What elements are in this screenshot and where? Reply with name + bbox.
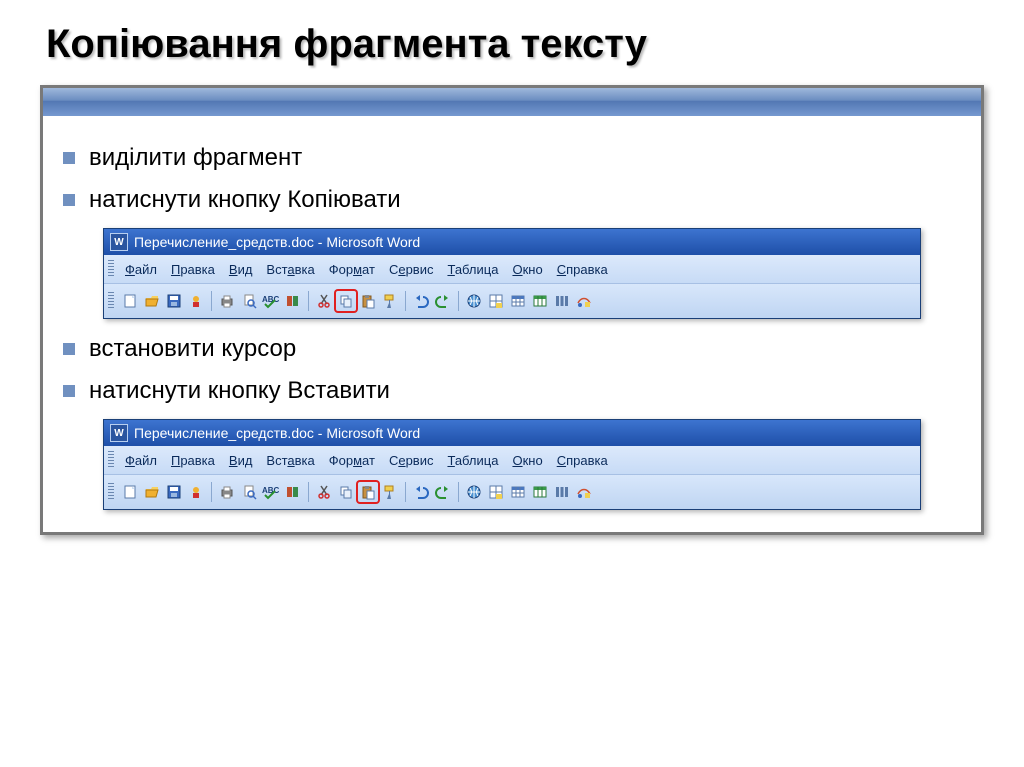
bullet-text: виділити фрагмент <box>89 144 302 172</box>
standard-toolbar: ABC <box>104 283 920 318</box>
menu-bar: Файл Правка Вид Вставка Формат Сервис Та… <box>104 446 920 474</box>
bullet-text: встановити курсор <box>89 335 296 363</box>
new-doc-icon[interactable] <box>120 291 140 311</box>
word-icon: W <box>110 424 128 442</box>
square-bullet-icon <box>63 152 75 164</box>
square-bullet-icon <box>63 343 75 355</box>
format-painter-icon[interactable] <box>380 482 400 502</box>
undo-icon[interactable] <box>411 482 431 502</box>
new-doc-icon[interactable] <box>120 482 140 502</box>
menu-edit[interactable]: Правка <box>164 260 222 279</box>
bullet-1: виділити фрагмент <box>63 144 967 172</box>
menu-file[interactable]: Файл <box>118 260 164 279</box>
word-window-paste: W Перечисление_средств.doc - Microsoft W… <box>103 419 921 510</box>
menu-tools[interactable]: Сервис <box>382 451 441 470</box>
bullet-2: натиснути кнопку Копіювати <box>63 186 967 214</box>
menu-format[interactable]: Формат <box>322 451 382 470</box>
separator <box>211 482 212 502</box>
menu-window[interactable]: Окно <box>505 260 549 279</box>
menu-edit[interactable]: Правка <box>164 451 222 470</box>
window-title: Перечисление_средств.doc - Microsoft Wor… <box>134 234 420 250</box>
hyperlink-icon[interactable] <box>464 291 484 311</box>
menu-view[interactable]: Вид <box>222 451 260 470</box>
window-titlebar: W Перечисление_средств.doc - Microsoft W… <box>104 229 920 255</box>
bullet-text: натиснути кнопку Вставити <box>89 377 390 405</box>
permission-icon[interactable] <box>186 291 206 311</box>
tables-borders-icon[interactable] <box>486 291 506 311</box>
gripper-icon <box>108 451 114 469</box>
word-window-copy: W Перечисление_средств.doc - Microsoft W… <box>103 228 921 319</box>
save-icon[interactable] <box>164 291 184 311</box>
bullet-3: встановити курсор <box>63 335 967 363</box>
redo-icon[interactable] <box>433 482 453 502</box>
svg-text:ABC: ABC <box>262 486 280 495</box>
separator <box>211 291 212 311</box>
spelling-icon[interactable]: ABC <box>261 291 281 311</box>
svg-text:ABC: ABC <box>262 295 280 304</box>
preview-icon[interactable] <box>239 291 259 311</box>
print-icon[interactable] <box>217 291 237 311</box>
separator <box>458 482 459 502</box>
slide-frame: виділити фрагмент натиснути кнопку Копію… <box>40 85 984 535</box>
gripper-icon <box>108 483 114 501</box>
menu-view[interactable]: Вид <box>222 260 260 279</box>
separator <box>308 291 309 311</box>
menu-file[interactable]: Файл <box>118 451 164 470</box>
columns-icon[interactable] <box>552 482 572 502</box>
frame-topbar <box>43 88 981 116</box>
preview-icon[interactable] <box>239 482 259 502</box>
gripper-icon <box>108 292 114 310</box>
undo-icon[interactable] <box>411 291 431 311</box>
drawing-icon[interactable] <box>574 482 594 502</box>
excel-icon[interactable] <box>530 482 550 502</box>
save-icon[interactable] <box>164 482 184 502</box>
window-title: Перечисление_средств.doc - Microsoft Wor… <box>134 425 420 441</box>
word-icon: W <box>110 233 128 251</box>
format-painter-icon[interactable] <box>380 291 400 311</box>
columns-icon[interactable] <box>552 291 572 311</box>
separator <box>308 482 309 502</box>
square-bullet-icon <box>63 194 75 206</box>
slide-title: Копіювання фрагмента тексту <box>46 22 984 67</box>
tables-borders-icon[interactable] <box>486 482 506 502</box>
menu-insert[interactable]: Вставка <box>259 451 321 470</box>
menu-help[interactable]: Справка <box>550 260 615 279</box>
paste-icon[interactable] <box>358 291 378 311</box>
paste-icon[interactable] <box>358 482 378 502</box>
menu-tools[interactable]: Сервис <box>382 260 441 279</box>
redo-icon[interactable] <box>433 291 453 311</box>
excel-icon[interactable] <box>530 291 550 311</box>
window-titlebar: W Перечисление_средств.doc - Microsoft W… <box>104 420 920 446</box>
square-bullet-icon <box>63 385 75 397</box>
spelling-icon[interactable]: ABC <box>261 482 281 502</box>
cut-icon[interactable] <box>314 291 334 311</box>
menu-table[interactable]: Таблица <box>440 260 505 279</box>
research-icon[interactable] <box>283 482 303 502</box>
print-icon[interactable] <box>217 482 237 502</box>
hyperlink-icon[interactable] <box>464 482 484 502</box>
insert-table-icon[interactable] <box>508 482 528 502</box>
menu-help[interactable]: Справка <box>550 451 615 470</box>
menu-table[interactable]: Таблица <box>440 451 505 470</box>
open-icon[interactable] <box>142 482 162 502</box>
separator <box>405 482 406 502</box>
bullet-4: натиснути кнопку Вставити <box>63 377 967 405</box>
drawing-icon[interactable] <box>574 291 594 311</box>
research-icon[interactable] <box>283 291 303 311</box>
cut-icon[interactable] <box>314 482 334 502</box>
copy-icon[interactable] <box>336 482 356 502</box>
standard-toolbar: ABC <box>104 474 920 509</box>
gripper-icon <box>108 260 114 278</box>
menu-insert[interactable]: Вставка <box>259 260 321 279</box>
menu-bar: Файл Правка Вид Вставка Формат Сервис Та… <box>104 255 920 283</box>
copy-icon[interactable] <box>336 291 356 311</box>
open-icon[interactable] <box>142 291 162 311</box>
menu-window[interactable]: Окно <box>505 451 549 470</box>
menu-format[interactable]: Формат <box>322 260 382 279</box>
permission-icon[interactable] <box>186 482 206 502</box>
insert-table-icon[interactable] <box>508 291 528 311</box>
bullet-text: натиснути кнопку Копіювати <box>89 186 401 214</box>
separator <box>458 291 459 311</box>
separator <box>405 291 406 311</box>
